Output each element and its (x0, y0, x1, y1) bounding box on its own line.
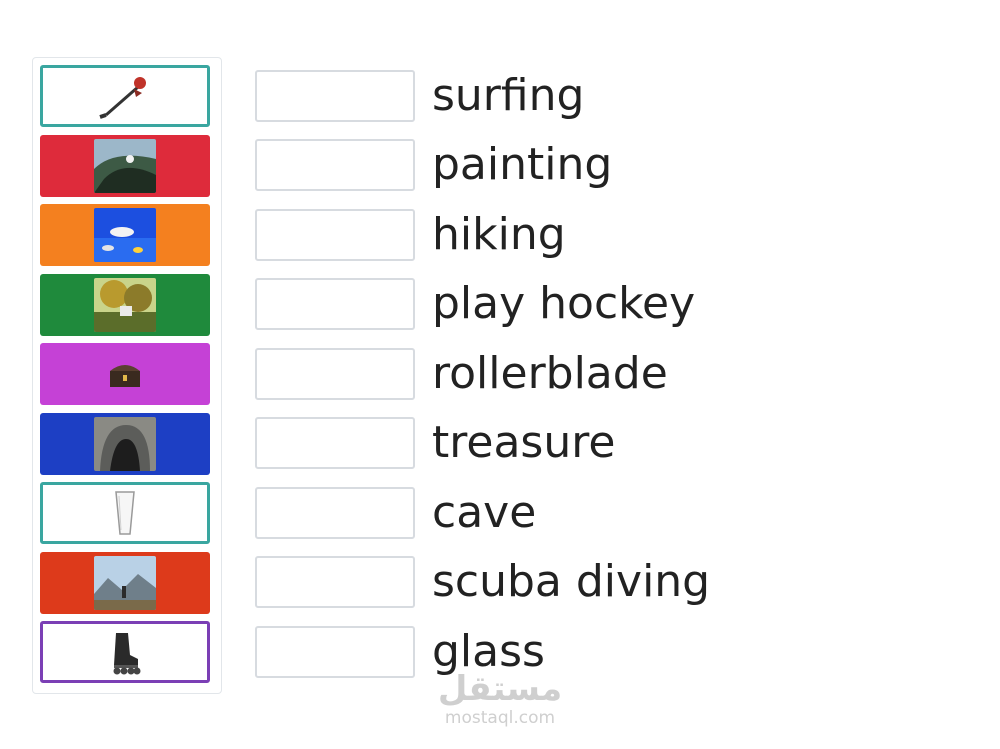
painting-photo (94, 278, 156, 332)
surfing-photo (94, 139, 156, 193)
tile-9[interactable] (40, 621, 210, 683)
word-label-6: treasure (432, 417, 616, 468)
hockey-stick-icon (99, 77, 146, 119)
tile-1[interactable] (40, 65, 210, 127)
scuba-diving-photo (94, 208, 156, 262)
drop-slot-7[interactable] (255, 487, 415, 539)
drop-slot-2[interactable] (255, 139, 415, 191)
tile-7[interactable] (40, 482, 210, 544)
word-label-3: hiking (432, 209, 566, 260)
watermark: مستقل mostaql.com (425, 670, 575, 728)
tile-4[interactable] (40, 274, 210, 336)
watermark-site: mostaql.com (444, 708, 556, 728)
tile-8[interactable] (40, 552, 210, 614)
drop-slot-4[interactable] (255, 278, 415, 330)
tile-6[interactable] (40, 413, 210, 475)
watermark-logo: مستقل (437, 669, 563, 709)
word-label-2: painting (432, 139, 613, 190)
word-label-1: surfing (432, 70, 585, 121)
cave-photo (94, 417, 156, 471)
drop-slot-3[interactable] (255, 209, 415, 261)
tile-2[interactable] (40, 135, 210, 197)
treasure-chest-icon (94, 347, 156, 401)
word-label-8: scuba diving (432, 556, 711, 607)
glass-icon (115, 491, 135, 535)
rollerblade-icon (113, 633, 141, 675)
tile-3[interactable] (40, 204, 210, 266)
drop-slot-1[interactable] (255, 70, 415, 122)
drop-slot-5[interactable] (255, 348, 415, 400)
word-label-4: play hockey (432, 278, 696, 329)
hiking-photo (94, 556, 156, 610)
tile-5[interactable] (40, 343, 210, 405)
drop-slot-9[interactable] (255, 626, 415, 678)
drop-slot-6[interactable] (255, 417, 415, 469)
word-label-5: rollerblade (432, 348, 668, 399)
drop-slot-8[interactable] (255, 556, 415, 608)
word-label-7: cave (432, 487, 537, 538)
